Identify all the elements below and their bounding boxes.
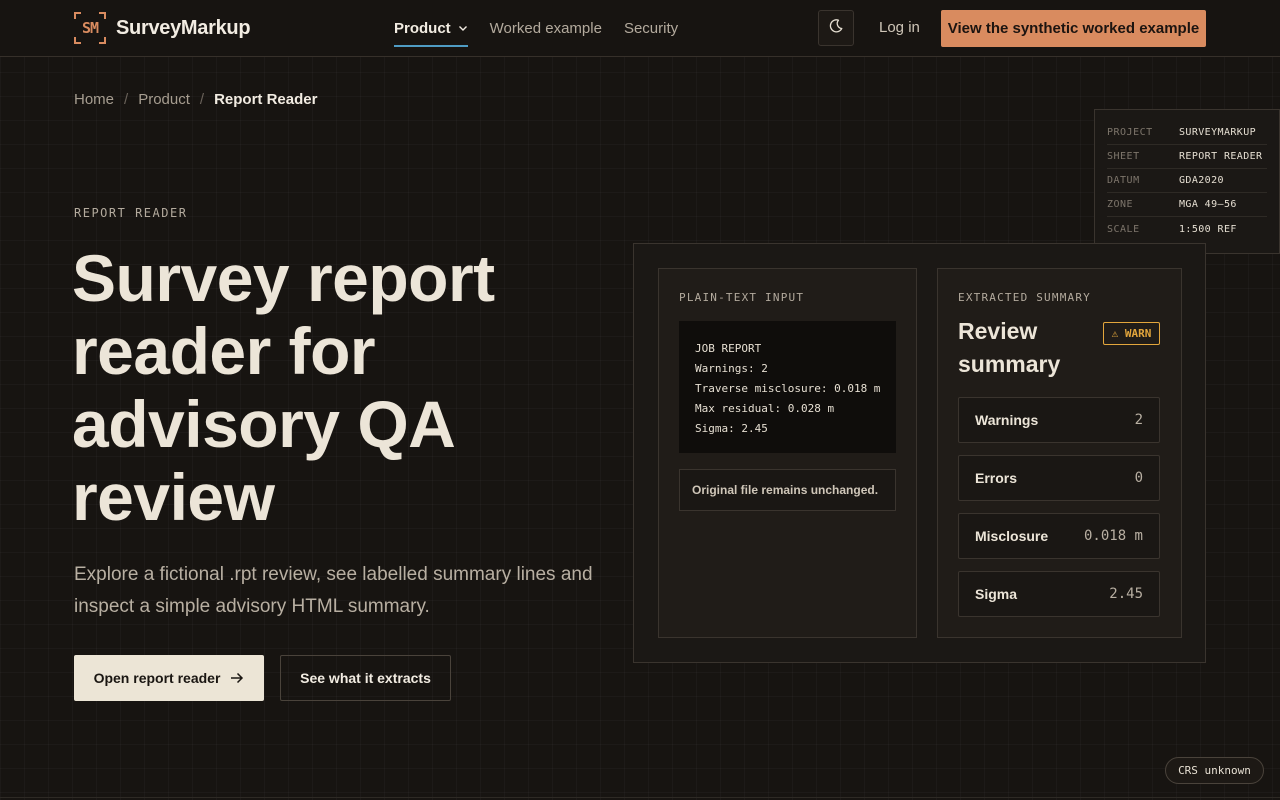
demo-panel: PLAIN-TEXT INPUT JOB REPORT Warnings: 2 Tr… (633, 243, 1206, 663)
hero-title: Survey report reader for advisory QA rev… (72, 241, 495, 534)
crs-status-chip[interactable]: CRS unknown (1165, 757, 1264, 784)
title-block-value: REPORT READER (1179, 151, 1263, 162)
plain-text-input-card: PLAIN-TEXT INPUT JOB REPORT Warnings: 2 Tr… (658, 268, 917, 638)
breadcrumb-home[interactable]: Home (74, 91, 114, 108)
nav-item-label: Security (623, 19, 679, 37)
nav-item-product[interactable]: Product (394, 0, 468, 56)
breadcrumb: Home / Product / Report Reader (74, 91, 317, 108)
metric-value: 2.45 (1109, 586, 1143, 602)
logo-initials: SM (81, 19, 99, 37)
metric-label: Sigma (975, 586, 1018, 602)
site-header: SM SurveyMarkup Product Worked example S… (0, 0, 1280, 57)
nav-item-label: Product (394, 19, 451, 37)
title-block-row: ZONE MGA 49–56 (1107, 193, 1267, 217)
title-block-row: DATUM GDA2020 (1107, 169, 1267, 193)
metric-label: Errors (975, 470, 1018, 486)
title-block-key: ZONE (1107, 199, 1134, 210)
title-block-value: GDA2020 (1179, 175, 1224, 186)
metric-errors: Errors 0 (958, 455, 1160, 501)
nav-item-worked-example[interactable]: Worked example (490, 0, 602, 56)
see-what-it-extracts-button[interactable]: See what it extracts (280, 655, 451, 701)
main-nav: Product Worked example Security (394, 0, 700, 56)
metric-misclosure: Misclosure 0.018 m (958, 513, 1160, 559)
title-block-key: DATUM (1107, 175, 1140, 186)
moon-icon (828, 18, 844, 39)
title-block-row: SHEET REPORT READER (1107, 145, 1267, 169)
original-file-note: Original file remains unchanged. (679, 469, 896, 511)
report-line: Traverse misclosure: 0.018 m (695, 382, 881, 395)
brand-name: SurveyMarkup (116, 16, 251, 39)
footer-divider (0, 797, 1280, 798)
title-block-value: MGA 49–56 (1179, 199, 1237, 210)
drawing-title-block: PROJECT SURVEYMARKUP SHEET REPORT READER… (1094, 109, 1280, 254)
warn-status-badge: ⚠ WARN (1103, 322, 1160, 345)
hero-description: Explore a fictional .rpt review, see lab… (74, 564, 593, 617)
title-block-key: SCALE (1107, 223, 1140, 235)
metric-sigma: Sigma 2.45 (958, 571, 1160, 617)
report-line: Max residual: 0.028 m (695, 402, 835, 415)
summary-card-label: EXTRACTED SUMMARY (958, 291, 1091, 304)
breadcrumb-current: Report Reader (214, 91, 318, 108)
title-block-value: SURVEYMARKUP (1179, 127, 1257, 138)
theme-toggle-button[interactable] (818, 10, 854, 46)
metric-value: 2 (1134, 412, 1143, 428)
title-block-row: SCALE 1:500 REF (1107, 217, 1267, 241)
input-card-label: PLAIN-TEXT INPUT (679, 291, 805, 304)
report-line: Warnings: 2 (695, 362, 768, 375)
metric-label: Warnings (975, 412, 1039, 428)
breadcrumb-separator: / (124, 91, 129, 108)
extracted-summary-card: EXTRACTED SUMMARY Review summary ⚠ WARN … (937, 268, 1182, 638)
title-block-key: PROJECT (1107, 127, 1153, 138)
open-report-reader-button[interactable]: Open report reader (74, 655, 264, 701)
arrow-right-icon (230, 672, 244, 684)
title-block-key: SHEET (1107, 151, 1140, 162)
title-block-value: 1:500 REF (1179, 223, 1237, 235)
view-worked-example-button[interactable]: View the synthetic worked example (941, 10, 1206, 47)
metric-warnings: Warnings 2 (958, 397, 1160, 443)
logo-mark-icon: SM (74, 12, 106, 44)
summary-title: Review summary (958, 318, 1061, 377)
nav-item-security[interactable]: Security (624, 0, 678, 56)
login-link[interactable]: Log in (879, 19, 920, 36)
button-label: Open report reader (93, 670, 221, 686)
metric-label: Misclosure (975, 528, 1049, 544)
brand-logo[interactable]: SM SurveyMarkup (74, 12, 251, 44)
metric-value: 0 (1134, 470, 1143, 486)
report-line: JOB REPORT (695, 342, 762, 355)
metric-value: 0.018 m (1083, 528, 1143, 544)
breadcrumb-product[interactable]: Product (138, 91, 190, 108)
hero-eyebrow: REPORT READER (74, 206, 188, 220)
title-block-row: PROJECT SURVEYMARKUP (1107, 121, 1267, 145)
nav-item-label: Worked example (489, 19, 602, 37)
report-text-block: JOB REPORT Warnings: 2 Traverse misclosure… (679, 321, 896, 453)
report-line: Sigma: 2.45 (695, 422, 768, 435)
chevron-down-icon (458, 23, 468, 33)
breadcrumb-separator: / (199, 91, 205, 108)
